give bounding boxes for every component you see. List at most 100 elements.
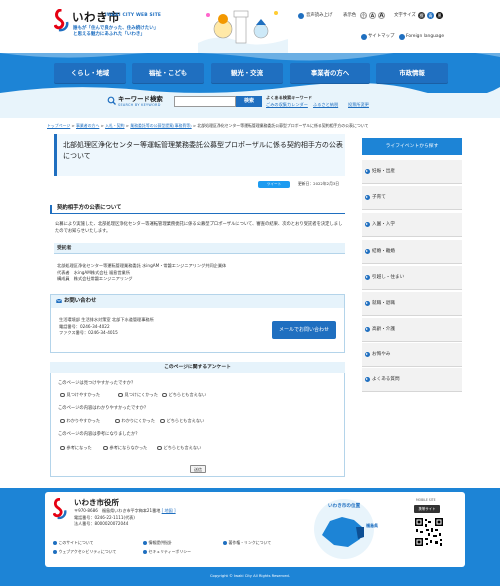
radio-button[interactable] (60, 445, 65, 451)
frequent-keyword-link[interactable]: 投票所変更 (348, 102, 369, 108)
footer-link[interactable]: ウェブアクセシビリティについて (53, 549, 116, 555)
frequent-keyword-link[interactable]: ふるさと納税 (313, 102, 338, 108)
section-heading: 契約相手方の公表について (50, 205, 345, 213)
breadcrumb-link[interactable]: トップページ (47, 123, 70, 128)
map-prefecture-label: 福島県 (365, 522, 378, 528)
survey-option[interactable]: わかりにくかった (115, 418, 155, 424)
survey-option[interactable]: わかりやすかった (60, 418, 100, 424)
arrow-circle-icon (365, 327, 370, 332)
color-standard-button[interactable]: 標 (418, 12, 425, 19)
radio-button[interactable] (103, 445, 108, 451)
arrow-circle-icon (365, 301, 370, 306)
breadcrumb-link[interactable]: 事業者の方へ (76, 123, 99, 128)
recipient-heading: 受託者 (54, 243, 345, 254)
nav-item-city-info[interactable]: 市政情報 (376, 63, 448, 83)
sidebar-item-elderly-care[interactable]: 高齢・介護 (362, 318, 462, 342)
inquiry-line: ファクス番号：0246-34-4015 (59, 330, 118, 335)
survey-title: このページに関するアンケート (50, 362, 345, 373)
search-icon (107, 96, 116, 105)
search-button[interactable]: 検索 (236, 96, 262, 107)
nav-item-business[interactable]: 事業者の方へ (290, 63, 370, 83)
survey-question: このページの内容はわかりやすかったですか？ (58, 406, 149, 411)
footer-link[interactable]: このサイトについて (53, 540, 93, 546)
nav-item-welfare[interactable]: 福祉・こども (132, 63, 204, 83)
sitemap-icon (361, 34, 367, 40)
postal-address: 〒970-8686 福島県いわき市平字梅本21番地 (74, 508, 161, 513)
color-blue-button[interactable]: 青 (427, 12, 434, 19)
radio-button[interactable] (160, 418, 165, 424)
radio-button[interactable] (162, 392, 167, 398)
footer-link[interactable]: セキュリティーポリシー (143, 549, 191, 555)
display-color-label: 表示色 (343, 13, 357, 18)
text-size-label: 文字サイズ (394, 13, 416, 18)
sidebar-item-marriage[interactable]: 結婚・離婚 (362, 240, 462, 264)
arrow-circle-icon (365, 169, 370, 174)
corporate-number: 法人番号：8000020072044 (74, 521, 129, 527)
tweet-button[interactable]: ツイート (258, 181, 290, 188)
arrow-circle-icon (365, 377, 370, 382)
survey-option[interactable]: 見つけにくかった (118, 392, 158, 398)
section-divider (50, 213, 345, 214)
recipient-details: 北部処理区浄化センター等運転管理業務委託 水ingAM・常磐エンジニアリング共同… (57, 263, 345, 283)
survey-option[interactable]: 見つけやすかった (60, 392, 100, 398)
speaker-icon[interactable] (298, 13, 304, 19)
location-map: 福島県 いわき市の位置 (314, 499, 378, 559)
globe-icon (399, 34, 405, 40)
mobile-site-label: MOBILE SITE (416, 498, 436, 502)
arrow-circle-icon (365, 275, 370, 280)
inquiry-contact: 生活環境部 生活排水対策室 北部下水道管理事務所 電話番号：0246-34-40… (59, 317, 154, 337)
mail-icon (56, 298, 62, 303)
color-black-button[interactable]: 黒 (436, 12, 443, 19)
text-size-medium-button[interactable]: A (369, 12, 376, 19)
sitemap-link[interactable]: サイトマップ (368, 34, 394, 40)
map-link[interactable]: [ 地図 ] (162, 508, 176, 513)
page-title: 北部処理区浄化センター等運転管理業務委託公募型プロポーザルに係る契約相手方の公表… (63, 141, 343, 160)
survey-option[interactable]: どちらとも言えない (162, 392, 206, 398)
survey-submit-button[interactable]: 送信 (190, 465, 206, 473)
nav-item-tourism[interactable]: 観光・交流 (211, 63, 283, 83)
inquiry-line: 生活環境部 生活排水対策室 北部下水道管理事務所 (59, 317, 154, 322)
nav-item-living[interactable]: くらし・地域 (54, 63, 126, 83)
inquiry-heading: お問い合わせ (64, 298, 97, 304)
frequent-keyword-link[interactable]: ごみの収集カレンダー (266, 102, 308, 108)
radio-button[interactable] (60, 418, 65, 424)
email-inquiry-button[interactable]: メールでお問い合わせ (272, 321, 336, 339)
sidebar-item-pregnancy[interactable]: 妊娠・出産 (362, 160, 462, 184)
qr-code (414, 517, 444, 547)
breadcrumb-link[interactable]: 入札・契約 (105, 123, 124, 128)
text-size-large-button[interactable]: A (378, 12, 385, 19)
sidebar-item-moving[interactable]: 引越し・住まい (362, 266, 462, 290)
radio-button[interactable] (118, 392, 123, 398)
footer-link[interactable]: 情報提供指針 (143, 540, 172, 546)
sidebar-item-school[interactable]: 入園・入学 (362, 213, 462, 237)
survey-option[interactable]: どちらとも言えない (157, 445, 201, 451)
mobile-site-heading: 携帯サイト (414, 505, 440, 513)
breadcrumb-link[interactable]: 業務委託等の公募型提案(事務費等) (130, 123, 191, 128)
sidebar-item-childcare[interactable]: 子育て (362, 186, 462, 210)
search-input[interactable] (174, 96, 236, 107)
sidebar-item-employment[interactable]: 就職・退職 (362, 292, 462, 316)
voice-reader-link[interactable]: 音声読み上げ (306, 13, 332, 19)
city-logo-icon[interactable] (54, 9, 69, 32)
radio-button[interactable] (60, 392, 65, 398)
foreign-language-link[interactable]: Foreign language (406, 34, 444, 40)
radio-button[interactable] (115, 418, 120, 424)
survey-option[interactable]: 参考にならなかった (103, 445, 147, 451)
arrow-circle-icon (365, 249, 370, 254)
breadcrumb: トップページ > 事業者の方へ > 入札・契約 > 業務委託等の公募型提案(事務… (47, 123, 369, 128)
text-size-small-button[interactable]: 小 (360, 12, 367, 19)
sidebar-item-faq[interactable]: よくある質問 (362, 368, 462, 392)
city-logo-icon (53, 498, 67, 520)
arrow-circle-icon (365, 352, 370, 357)
keyword-search-subtitle: SEARCH BY KEYWORD (118, 103, 161, 107)
footer-link[interactable]: 著作権・リンクについて (223, 540, 271, 546)
survey-option[interactable]: 参考になった (60, 445, 92, 451)
map-caption: いわき市の位置 (328, 502, 361, 509)
survey-option[interactable]: どちらとも言えない (160, 418, 204, 424)
life-event-heading: ライフイベントから探す (362, 138, 462, 155)
tagline-line-2: と思える魅力にあふれた「いわき」 (73, 32, 145, 37)
city-hall-address: 〒970-8686 福島県いわき市平字梅本21番地 [ 地図 ] 電話番号：02… (74, 508, 176, 528)
sidebar-item-bereavement[interactable]: お悔やみ (362, 343, 462, 367)
survey-question: このページは見つけやすかったですか？ (58, 381, 136, 386)
radio-button[interactable] (157, 445, 162, 451)
